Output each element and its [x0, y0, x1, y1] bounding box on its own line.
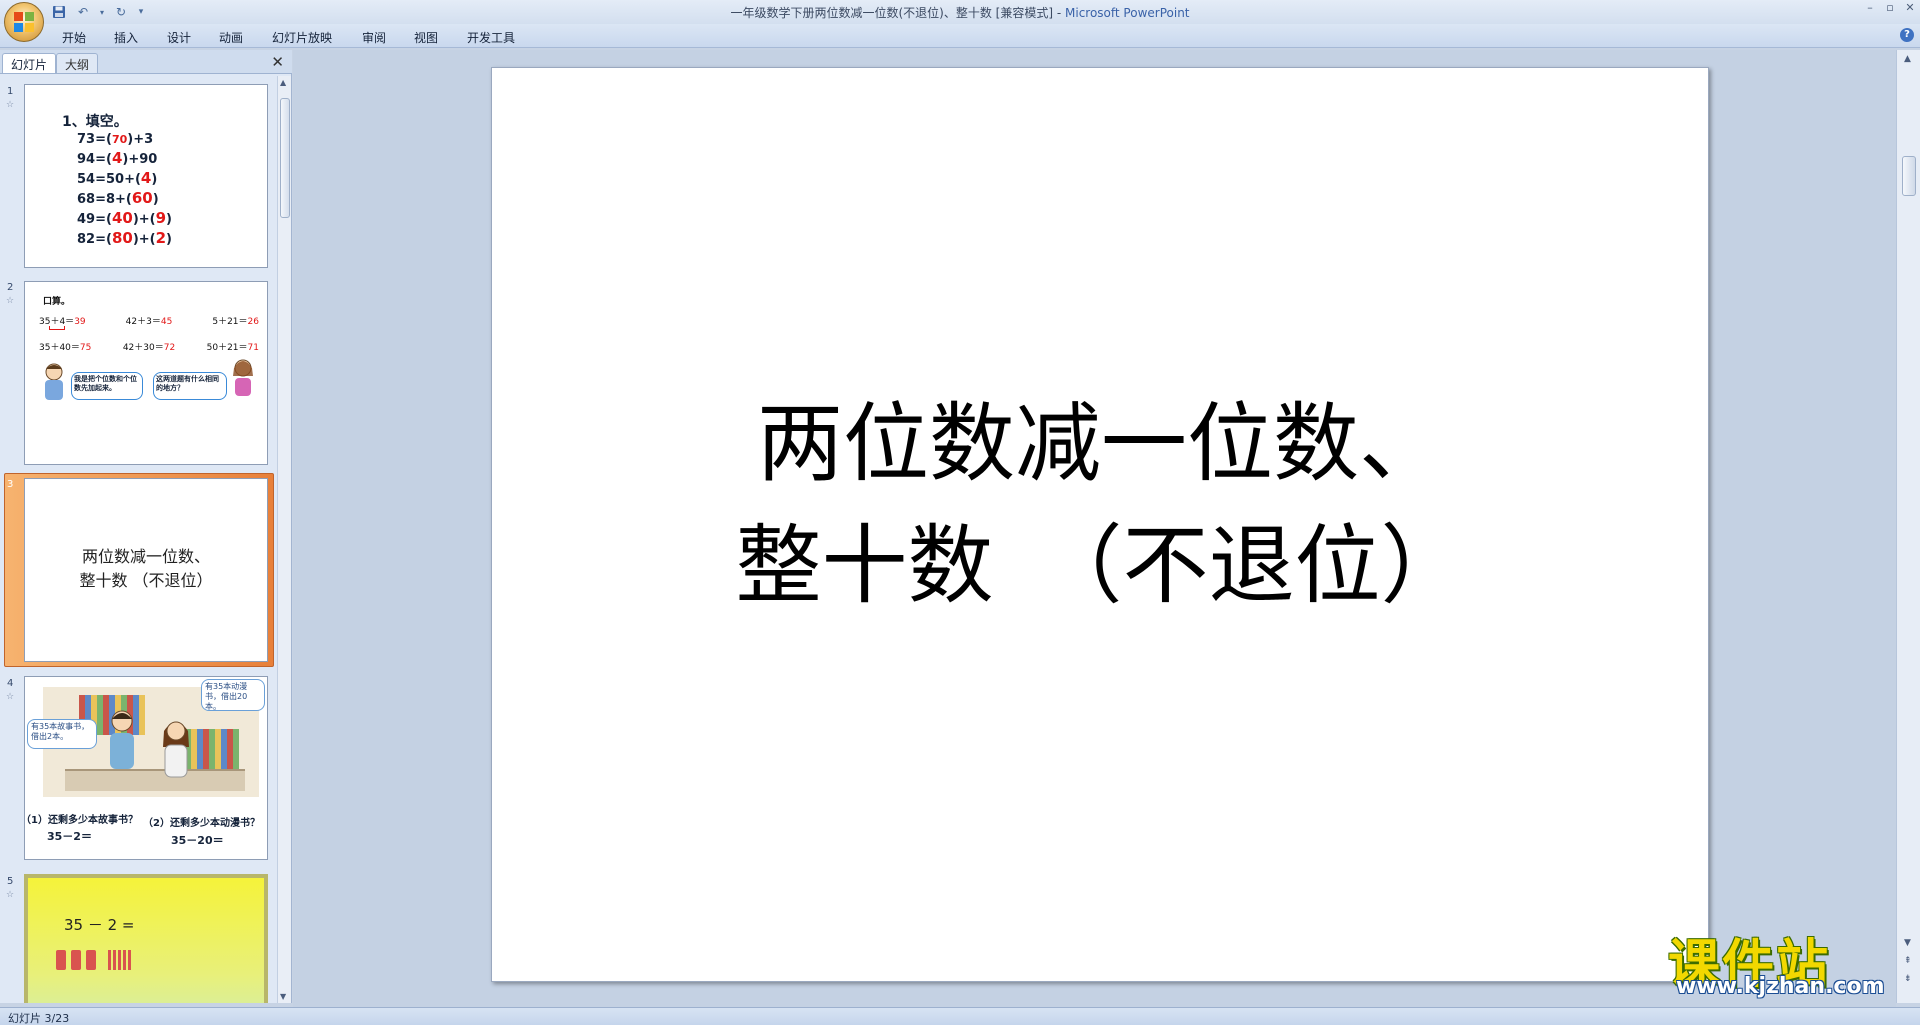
- bracket-mark: [49, 326, 65, 330]
- boy-illustration: [41, 362, 67, 404]
- animation-star-icon: ☆: [6, 296, 15, 306]
- tab-developer[interactable]: 开发工具: [467, 29, 515, 46]
- stick-icon: [128, 950, 131, 970]
- slide-title-line-1[interactable]: 两位数减一位数、: [492, 373, 1710, 498]
- desk: [65, 769, 245, 791]
- close-icon[interactable]: ✕: [1904, 2, 1916, 14]
- document-title: 一年级数学下册两位数减一位数(不退位)、整十数 [兼容模式]: [730, 6, 1054, 20]
- scroll-thumb[interactable]: [280, 98, 290, 218]
- fill-row: 49=(40)+(9): [77, 209, 172, 227]
- girl-figure: [161, 717, 191, 781]
- stick-icon: [113, 950, 116, 970]
- office-button[interactable]: [4, 2, 44, 42]
- office-logo-icon: [14, 12, 34, 32]
- fill-row: 94=(4)+90: [77, 149, 158, 167]
- restore-icon[interactable]: ▫: [1884, 2, 1896, 14]
- question-1: （1）还剩多少本故事书？: [24, 815, 138, 826]
- oral-item: 42＋3＝45: [125, 317, 173, 327]
- slide-counter: 幻灯片 3/23: [8, 1012, 70, 1025]
- slide-number: 3: [7, 479, 14, 490]
- slide-thumbnail-5[interactable]: 35 － 2 =: [24, 874, 268, 1003]
- girl-illustration: [229, 356, 257, 400]
- boy-figure: [107, 709, 137, 773]
- slide-number: 2: [7, 282, 14, 293]
- tens-bundles: [56, 950, 96, 970]
- slide-number: 1: [7, 86, 14, 97]
- slide-number: 4: [7, 678, 14, 689]
- fill-row: 54=50+(4): [77, 169, 158, 187]
- slide-thumbnail-2[interactable]: 口算。 35＋4＝39 42＋3＝45 5＋21＝26 35＋40＝75 42＋…: [24, 281, 268, 465]
- tab-view[interactable]: 视图: [414, 29, 438, 46]
- oral-item: 5＋21＝26: [212, 317, 259, 327]
- help-icon[interactable]: ?: [1900, 28, 1914, 42]
- tab-design[interactable]: 设计: [167, 29, 191, 46]
- bundle-icon: [56, 950, 66, 970]
- speech-bubble-right: 这两道题有什么相同的地方？: [153, 372, 227, 400]
- ribbon-tabs: 开始 插入 设计 动画 幻灯片放映 审阅 视图 开发工具 ?: [0, 24, 1920, 48]
- speech-bubble-left: 有35本故事书，借出2本。: [27, 719, 97, 749]
- expression-2: 35－20＝: [171, 834, 224, 847]
- single-sticks: [108, 950, 131, 970]
- oral-row-1: 35＋4＝39 42＋3＝45 5＋21＝26: [39, 314, 259, 327]
- slide-number: 5: [7, 876, 14, 887]
- window-controls: – ▫ ✕: [1864, 2, 1916, 14]
- minimize-icon[interactable]: –: [1864, 2, 1876, 14]
- tab-insert[interactable]: 插入: [114, 29, 138, 46]
- tab-outline[interactable]: 大纲: [56, 53, 99, 73]
- thumb-expression: 35 － 2 =: [64, 916, 135, 934]
- title-bar: ↶ ▾ ↻ ▾ 一年级数学下册两位数减一位数(不退位)、整十数 [兼容模式] -…: [0, 0, 1920, 24]
- speech-bubble-right: 有35本动漫书，借出20本。: [201, 679, 265, 711]
- tab-review[interactable]: 审阅: [362, 29, 386, 46]
- oral-item: 42＋30＝72: [122, 343, 176, 353]
- slides-panel: 幻灯片 大纲 ✕ 1 ☆ 1、填空。 73=(70)+3 94=(4)+90 5…: [0, 50, 292, 1003]
- oral-row-2: 35＋40＝75 42＋30＝72 50＋21＝71: [39, 340, 259, 353]
- tab-animations[interactable]: 动画: [219, 29, 243, 46]
- oral-item: 35＋40＝75: [39, 343, 92, 353]
- scroll-down-icon[interactable]: ▼: [280, 992, 286, 1001]
- title-separator: -: [1053, 6, 1065, 20]
- fill-row: 73=(70)+3: [77, 132, 154, 147]
- animation-star-icon: ☆: [6, 890, 15, 900]
- window-title: 一年级数学下册两位数减一位数(不退位)、整十数 [兼容模式] - Microso…: [0, 4, 1920, 21]
- question-2: （2）还剩多少本动漫书？: [143, 818, 260, 829]
- speech-bubble-left: 我是把个位数和个位数先加起来。: [71, 372, 143, 400]
- close-panel-icon[interactable]: ✕: [271, 53, 284, 71]
- app-name: Microsoft PowerPoint: [1065, 6, 1190, 20]
- slide-editor: 两位数减一位数、 整十数 （不退位）: [293, 50, 1896, 1003]
- scroll-thumb[interactable]: [1902, 156, 1916, 196]
- animation-star-icon: ☆: [6, 100, 15, 110]
- tab-slideshow[interactable]: 幻灯片放映: [272, 29, 332, 46]
- slide-thumbnail-4[interactable]: 有35本故事书，借出2本。 有35本动漫书，借出20本。 （1）还剩多少本故事书…: [24, 676, 268, 860]
- panel-tabs: 幻灯片 大纲 ✕: [0, 50, 292, 74]
- editor-scrollbar[interactable]: ▲ ▼ ⇞ ⇟: [1896, 50, 1920, 1003]
- thumb-heading: 1、填空。: [62, 114, 128, 130]
- expression-1: 35－2＝: [47, 830, 92, 843]
- tab-home[interactable]: 开始: [62, 29, 86, 46]
- tab-slides[interactable]: 幻灯片: [2, 53, 57, 73]
- panel-scrollbar[interactable]: ▲ ▼: [277, 76, 291, 1003]
- oral-item: 50＋21＝71: [206, 343, 259, 353]
- stick-icon: [123, 950, 126, 970]
- scroll-up-icon[interactable]: ▲: [1904, 54, 1911, 64]
- fill-blank-list: 73=(70)+3 94=(4)+90 54=50+(4) 68=8+(60) …: [77, 131, 172, 249]
- animation-star-icon: ☆: [6, 692, 15, 702]
- current-slide[interactable]: 两位数减一位数、 整十数 （不退位）: [491, 67, 1709, 982]
- fill-row: 82=(80)+(2): [77, 229, 172, 247]
- status-bar: 幻灯片 3/23: [0, 1007, 1920, 1025]
- scroll-up-icon[interactable]: ▲: [280, 78, 286, 87]
- stick-icon: [108, 950, 111, 970]
- bundle-icon: [71, 950, 81, 970]
- watermark-url: www.kjzhan.com: [1676, 974, 1885, 999]
- watermark-logo: 课件站 www.kjzhan.com: [1668, 922, 1908, 1002]
- thumb-title-line-1: 两位数减一位数、: [81, 547, 210, 566]
- fill-row: 68=8+(60): [77, 189, 159, 207]
- bundle-icon: [86, 950, 96, 970]
- slide-title-line-2[interactable]: 整十数 （不退位）: [492, 495, 1710, 620]
- slide-thumbnail-3[interactable]: 两位数减一位数、 整十数 （不退位）: [24, 478, 268, 662]
- thumbnail-list: 1 ☆ 1、填空。 73=(70)+3 94=(4)+90 54=50+(4) …: [0, 76, 278, 1003]
- slide-thumbnail-1[interactable]: 1、填空。 73=(70)+3 94=(4)+90 54=50+(4) 68=8…: [24, 84, 268, 268]
- thumb-title-line-2: 整十数 （不退位）: [79, 571, 213, 590]
- thumb-heading: 口算。: [43, 297, 71, 307]
- stick-icon: [118, 950, 121, 970]
